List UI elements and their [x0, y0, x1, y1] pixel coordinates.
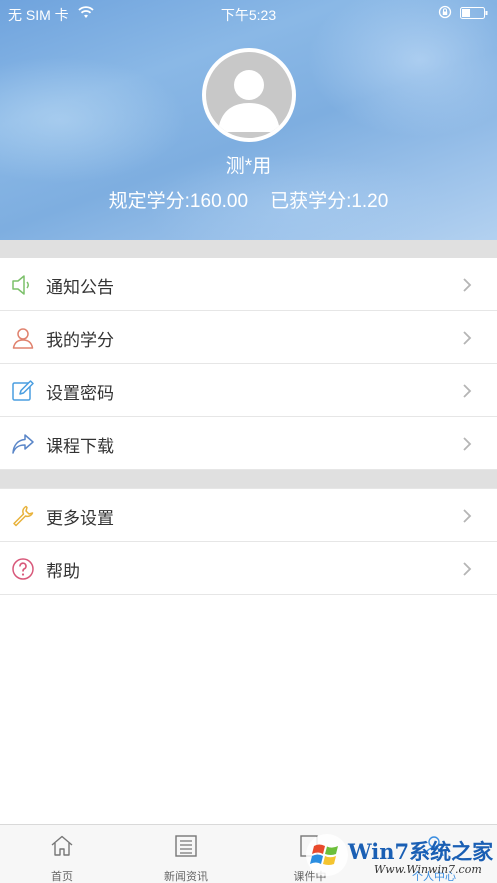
- help-icon: [12, 558, 34, 580]
- share-arrow-icon: [12, 434, 34, 454]
- chevron-right-icon: [463, 509, 472, 523]
- menu-item-label: 通知公告: [46, 278, 114, 297]
- menu-item-label: 设置密码: [46, 384, 114, 403]
- tab-label: 新闻资讯: [164, 871, 208, 883]
- watermark-url: Www.Winwin7.com: [374, 863, 482, 876]
- tab-home[interactable]: 首页: [0, 825, 124, 883]
- menu-item-notices[interactable]: 通知公告: [0, 258, 497, 311]
- earned-credits: 已获学分:1.20: [270, 191, 389, 212]
- chevron-right-icon: [463, 384, 472, 398]
- edit-icon: [12, 380, 34, 401]
- watermark: Win7系统之家 Www.Winwin7.com: [300, 828, 497, 883]
- credits-summary: 规定学分:160.00 已获学分:1.20: [0, 186, 497, 213]
- default-avatar-icon: [218, 70, 280, 132]
- watermark-text: Win7系统之家: [348, 839, 494, 864]
- profile-header: 无 SIM 卡 下午5:23 测*用 规定学分:160.00 已获学分:1.20: [0, 0, 497, 240]
- news-icon: [175, 835, 197, 857]
- status-time: 下午5:23: [220, 7, 277, 23]
- chevron-right-icon: [463, 331, 472, 345]
- menu-item-label: 我的学分: [46, 331, 114, 350]
- chevron-right-icon: [463, 437, 472, 451]
- required-credits: 规定学分:160.00: [108, 191, 249, 212]
- menu-item-label: 课程下载: [46, 437, 114, 456]
- section-divider: [0, 240, 497, 258]
- status-bar: 无 SIM 卡 下午5:23: [0, 0, 497, 26]
- home-icon: [51, 835, 73, 856]
- username: 测*用: [225, 156, 272, 177]
- menu-item-my-credits[interactable]: 我的学分: [0, 311, 497, 364]
- rotation-lock-icon: [438, 5, 452, 19]
- avatar[interactable]: [202, 48, 296, 142]
- menu-item-label: 帮助: [46, 562, 80, 581]
- menu-item-course-download[interactable]: 课程下载: [0, 417, 497, 470]
- menu-group-main: 通知公告 我的学分 设置密码 课程下载: [0, 258, 497, 470]
- speaker-icon: [12, 275, 29, 295]
- windows-logo-icon: [306, 834, 348, 876]
- section-divider: [0, 470, 497, 488]
- battery-icon: [460, 7, 488, 19]
- menu-item-more-settings[interactable]: 更多设置: [0, 489, 497, 542]
- chevron-right-icon: [463, 278, 472, 292]
- wrench-icon: [13, 505, 34, 527]
- menu-item-help[interactable]: 帮助: [0, 542, 497, 595]
- tab-news[interactable]: 新闻资讯: [124, 825, 248, 883]
- person-icon: [12, 328, 34, 349]
- chevron-right-icon: [463, 562, 472, 576]
- tab-label: 首页: [51, 871, 73, 883]
- menu-group-settings: 更多设置 帮助: [0, 488, 497, 595]
- menu-item-label: 更多设置: [46, 509, 114, 528]
- menu-item-set-password[interactable]: 设置密码: [0, 364, 497, 417]
